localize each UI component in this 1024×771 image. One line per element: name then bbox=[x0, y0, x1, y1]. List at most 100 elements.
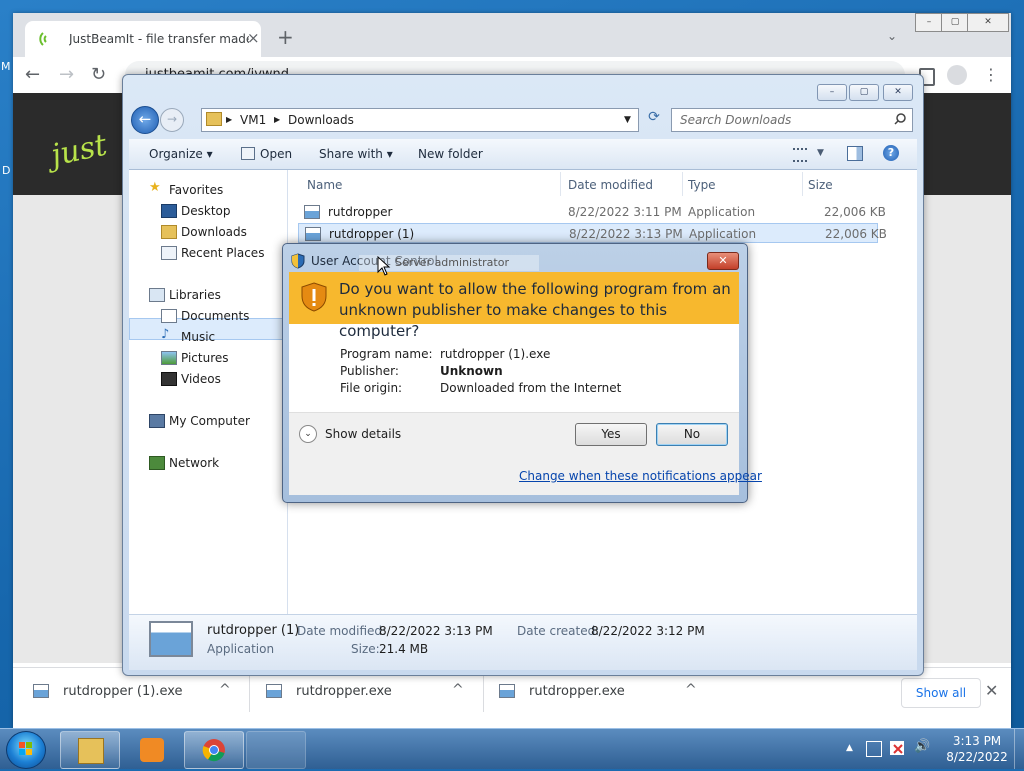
new-folder-button[interactable]: New folder bbox=[418, 147, 483, 161]
details-pane: rutdropper (1) Application Date modified… bbox=[129, 614, 917, 670]
network-icon bbox=[149, 456, 165, 470]
details-label: Size: bbox=[351, 642, 380, 656]
close-button[interactable]: ✕ bbox=[967, 13, 1009, 32]
divider bbox=[483, 676, 484, 712]
download-item[interactable]: rutdropper.exe ^ bbox=[499, 676, 729, 706]
back-arrow-icon[interactable]: ← bbox=[25, 63, 40, 87]
network-tray-icon[interactable] bbox=[866, 741, 882, 757]
label-publisher: Publisher: bbox=[340, 364, 399, 378]
warning-shield-icon bbox=[301, 282, 327, 312]
downloads-folder-icon bbox=[161, 225, 177, 239]
show-desktop-button[interactable] bbox=[1014, 729, 1024, 769]
breadcrumb-item[interactable]: VM1 bbox=[240, 113, 266, 127]
action-center-flag-icon[interactable] bbox=[890, 741, 904, 755]
tab-close-icon[interactable]: × bbox=[247, 29, 260, 47]
details-size: 21.4 MB bbox=[379, 642, 429, 656]
maximize-button[interactable]: ▢ bbox=[941, 13, 969, 32]
breadcrumb[interactable]: ▶ VM1 ▶ Downloads ▼ bbox=[201, 108, 639, 132]
close-button[interactable]: ✕ bbox=[883, 84, 913, 101]
search-input[interactable]: Search Downloads bbox=[671, 108, 913, 132]
exe-file-icon bbox=[499, 684, 515, 698]
taskbar-uac-button[interactable] bbox=[246, 731, 306, 769]
file-name: rutdropper bbox=[328, 205, 393, 219]
taskbar-explorer-button[interactable] bbox=[60, 731, 120, 769]
tab-search-icon[interactable]: ⌄ bbox=[887, 29, 897, 43]
label-file-origin: File origin: bbox=[340, 381, 403, 395]
show-hidden-icons-icon[interactable]: ▲ bbox=[846, 743, 853, 753]
download-filename: rutdropper (1).exe bbox=[63, 684, 183, 699]
new-tab-button[interactable]: + bbox=[277, 27, 294, 47]
star-icon: ★ bbox=[149, 180, 161, 195]
download-item[interactable]: rutdropper (1).exe ^ bbox=[33, 676, 263, 706]
menu-icon[interactable]: ⋮ bbox=[983, 65, 999, 84]
refresh-icon[interactable]: ⟳ bbox=[643, 109, 665, 129]
download-item[interactable]: rutdropper.exe ^ bbox=[266, 676, 496, 706]
browser-tab[interactable]: JustBeamIt - file transfer made e × bbox=[25, 21, 261, 57]
column-header-date-modified[interactable]: Date modified bbox=[568, 178, 653, 192]
profile-avatar[interactable] bbox=[947, 65, 967, 85]
organize-button[interactable]: Organize ▾ bbox=[149, 147, 213, 161]
breadcrumb-item[interactable]: Downloads bbox=[288, 113, 354, 127]
desktop-icon bbox=[161, 204, 177, 218]
details-file-name: rutdropper (1) bbox=[207, 623, 300, 638]
divider bbox=[682, 172, 683, 196]
forward-arrow-icon[interactable]: → bbox=[59, 63, 74, 87]
taskbar-media-player-button[interactable] bbox=[122, 731, 182, 769]
exe-file-icon bbox=[304, 205, 320, 219]
no-button[interactable]: No bbox=[656, 423, 728, 446]
system-clock[interactable]: 3:13 PM 8/22/2022 bbox=[944, 733, 1010, 765]
recent-places-icon bbox=[161, 246, 177, 260]
uac-shield-icon bbox=[291, 253, 305, 269]
close-button[interactable]: ✕ bbox=[707, 252, 739, 270]
column-header-name[interactable]: Name bbox=[307, 178, 342, 192]
column-header-type[interactable]: Type bbox=[688, 178, 716, 192]
pictures-icon bbox=[161, 351, 177, 365]
minimize-button[interactable]: – bbox=[915, 13, 943, 32]
reload-icon[interactable]: ↻ bbox=[91, 63, 106, 87]
details-label: Date modified: bbox=[297, 624, 387, 638]
volume-icon[interactable]: 🔊 bbox=[914, 739, 930, 754]
preview-pane-icon[interactable] bbox=[847, 146, 863, 161]
dropdown-arrow-icon[interactable]: ▼ bbox=[624, 115, 631, 125]
open-icon bbox=[241, 147, 255, 160]
breadcrumb-separator-icon: ▶ bbox=[274, 115, 281, 124]
file-type: Application bbox=[689, 227, 757, 241]
help-icon[interactable]: ? bbox=[883, 145, 899, 161]
view-options-icon[interactable] bbox=[793, 148, 807, 162]
show-all-button[interactable]: Show all bbox=[901, 678, 981, 708]
navigation-pane: ★ Favorites Desktop Downloads Recent Plac… bbox=[129, 170, 288, 614]
uac-question: Do you want to allow the following progr… bbox=[339, 280, 731, 340]
column-header-size[interactable]: Size bbox=[808, 178, 833, 192]
folder-icon bbox=[206, 112, 222, 126]
exe-file-icon bbox=[305, 227, 321, 241]
file-row[interactable]: rutdropper 8/22/2022 3:11 PM Application… bbox=[298, 202, 886, 222]
share-with-button[interactable]: Share with ▾ bbox=[319, 147, 393, 161]
minimize-button[interactable]: – bbox=[817, 84, 847, 101]
chevron-up-icon[interactable]: ^ bbox=[452, 682, 464, 698]
mouse-cursor-icon bbox=[377, 256, 391, 276]
close-downloads-icon[interactable]: ✕ bbox=[985, 681, 998, 700]
maximize-button[interactable]: ▢ bbox=[849, 84, 879, 101]
folder-icon bbox=[78, 738, 104, 764]
back-button[interactable]: ← bbox=[131, 106, 159, 134]
exe-file-large-icon bbox=[149, 621, 193, 657]
forward-button[interactable]: → bbox=[160, 108, 184, 132]
open-button[interactable]: Open bbox=[260, 147, 292, 161]
search-placeholder: Search Downloads bbox=[680, 113, 792, 127]
videos-icon bbox=[161, 372, 177, 386]
chevron-up-icon[interactable]: ^ bbox=[685, 682, 697, 698]
details-file-type: Application bbox=[207, 642, 275, 656]
taskbar-chrome-button[interactable] bbox=[184, 731, 244, 769]
divider bbox=[802, 172, 803, 196]
clock-time: 3:13 PM bbox=[952, 734, 1002, 748]
desktop-icon-label-fragment: D bbox=[2, 164, 11, 177]
value-publisher: Unknown bbox=[440, 364, 503, 378]
file-row[interactable]: rutdropper (1) 8/22/2022 3:13 PM Applica… bbox=[298, 223, 887, 243]
start-button[interactable] bbox=[6, 731, 46, 769]
chevron-up-icon[interactable]: ^ bbox=[219, 682, 231, 698]
change-notifications-link[interactable]: Change when these notifications appear bbox=[519, 469, 762, 483]
show-details-link[interactable]: Show details bbox=[325, 427, 401, 441]
chevron-down-icon[interactable]: ⌄ bbox=[299, 425, 317, 443]
yes-button[interactable]: Yes bbox=[575, 423, 647, 446]
chevron-down-icon[interactable]: ▼ bbox=[817, 148, 824, 158]
